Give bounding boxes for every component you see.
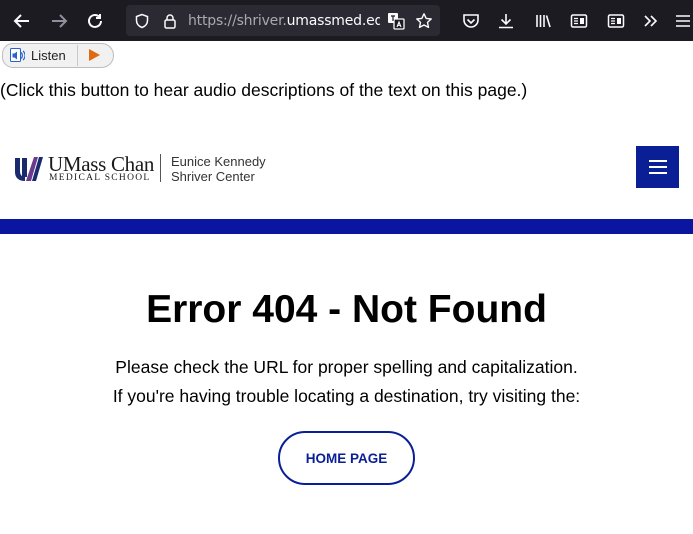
overflow-chevron-icon[interactable] xyxy=(636,6,666,36)
center-name: Eunice Kennedy Shriver Center xyxy=(171,154,266,184)
home-page-button[interactable]: HOME PAGE xyxy=(278,431,415,485)
url-text[interactable]: https://shriver.umassmed.edu/r xyxy=(188,13,380,29)
speaker-icon xyxy=(10,48,25,62)
download-icon[interactable] xyxy=(491,6,521,36)
browser-toolbar: https://shriver.umassmed.edu/r xyxy=(0,0,693,41)
error-message-line1: Please check the URL for proper spelling… xyxy=(115,357,578,377)
menu-bar-icon xyxy=(648,166,667,168)
library-icon[interactable] xyxy=(528,6,558,36)
reader-view-icon[interactable] xyxy=(564,6,594,36)
menu-bar-icon xyxy=(648,160,667,162)
brand-subtitle: MEDICAL SCHOOL xyxy=(49,173,151,183)
shield-icon[interactable] xyxy=(132,11,152,31)
logo-divider xyxy=(160,154,161,182)
page-title: Error 404 - Not Found xyxy=(146,288,547,331)
site-menu-button[interactable] xyxy=(636,146,679,188)
audio-description-note: (Click this button to hear audio descrip… xyxy=(0,80,528,100)
header-accent-bar xyxy=(0,219,693,234)
url-bar[interactable]: https://shriver.umassmed.edu/r xyxy=(126,5,440,36)
forward-icon[interactable] xyxy=(44,6,74,36)
menu-bar-icon xyxy=(648,172,667,174)
center-name-line2: Shriver Center xyxy=(171,169,255,184)
translate-icon[interactable] xyxy=(386,11,406,31)
listen-button[interactable]: Listen xyxy=(2,43,114,68)
listen-divider xyxy=(77,45,78,66)
bookmark-star-icon[interactable] xyxy=(414,11,434,31)
back-icon[interactable] xyxy=(7,6,37,36)
play-icon[interactable] xyxy=(89,49,100,61)
reader-view-alt-icon[interactable] xyxy=(601,6,631,36)
reload-icon[interactable] xyxy=(80,6,110,36)
pocket-icon[interactable] xyxy=(456,6,486,36)
listen-label: Listen xyxy=(31,48,66,63)
hamburger-menu-icon[interactable] xyxy=(668,6,693,36)
umass-logo-icon xyxy=(15,157,43,181)
error-message-line2: If you're having trouble locating a dest… xyxy=(112,386,581,406)
lock-icon[interactable] xyxy=(160,11,180,31)
center-name-line1: Eunice Kennedy xyxy=(171,154,266,169)
